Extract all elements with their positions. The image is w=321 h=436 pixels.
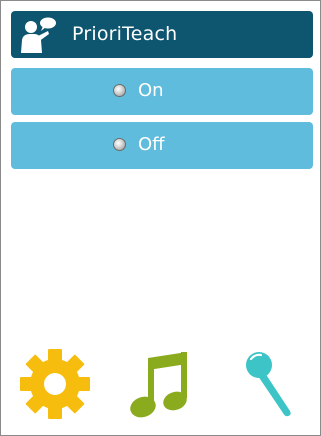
radio-button-off[interactable] bbox=[113, 138, 126, 151]
option-on[interactable]: On bbox=[11, 68, 313, 115]
microphone-icon[interactable] bbox=[245, 351, 295, 417]
music-note-icon[interactable] bbox=[129, 352, 189, 418]
app-title: PrioriTeach bbox=[72, 23, 178, 45]
option-off[interactable]: Off bbox=[11, 122, 313, 169]
app-frame: PrioriTeach On Off bbox=[0, 0, 321, 436]
app-header: PrioriTeach bbox=[11, 11, 313, 58]
option-off-label: Off bbox=[138, 134, 165, 155]
radio-button-on[interactable] bbox=[113, 84, 126, 97]
teacher-speech-bubble-icon bbox=[21, 17, 56, 53]
option-on-label: On bbox=[138, 80, 164, 101]
settings-gear-icon[interactable] bbox=[19, 348, 91, 420]
